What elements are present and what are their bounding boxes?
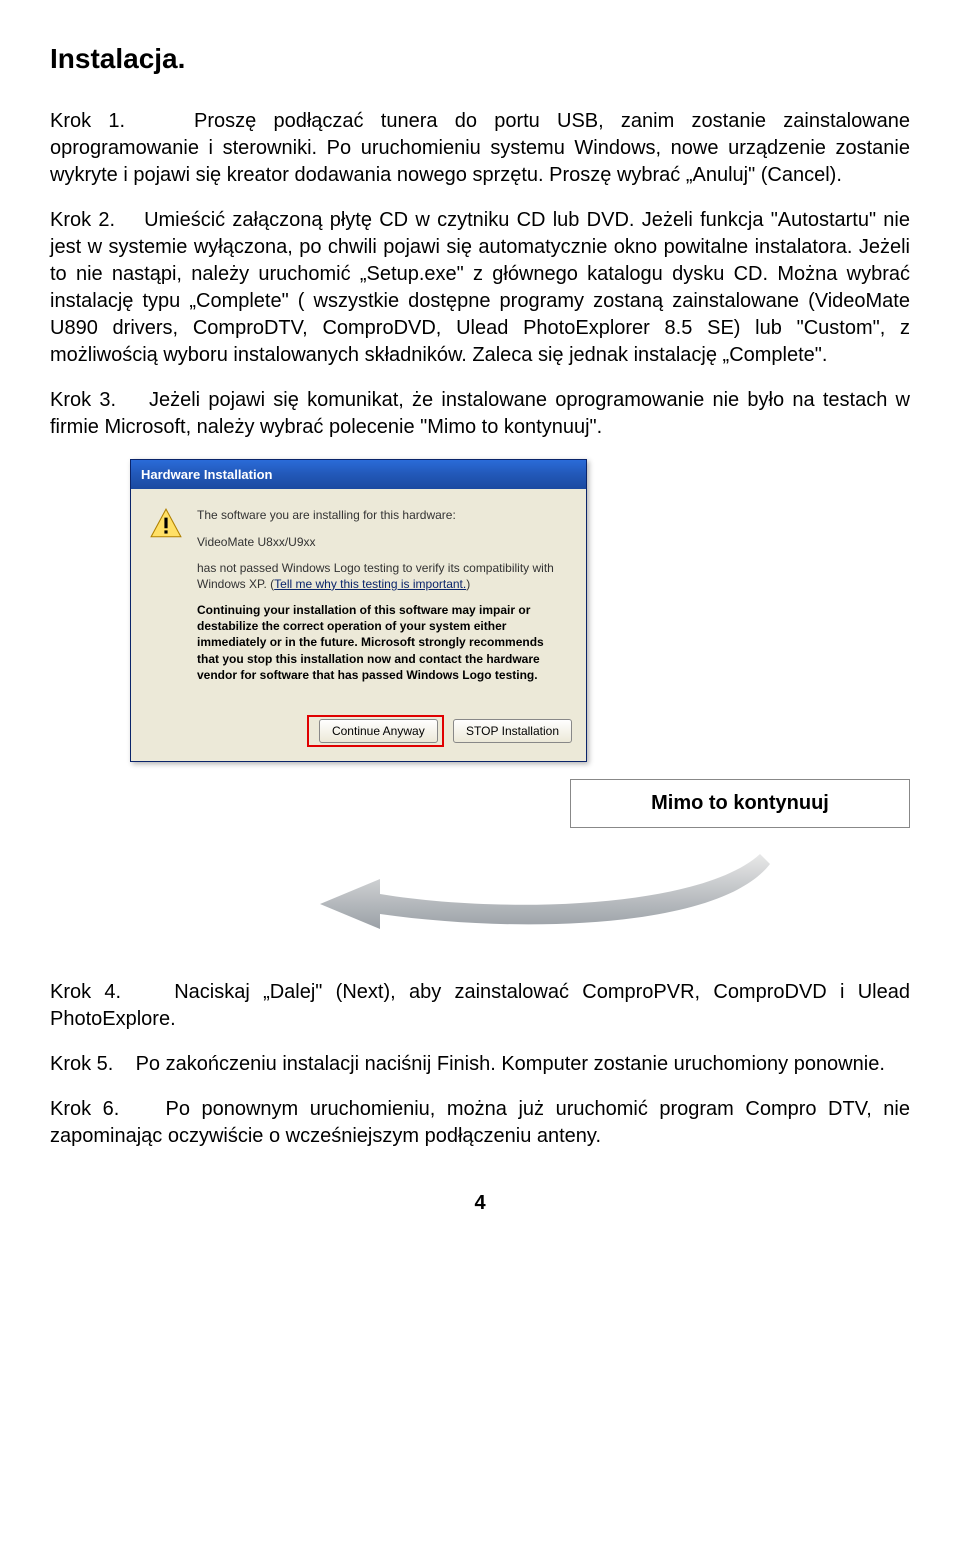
step-6-text: Krok 6. Po ponownym uruchomieniu, można …	[50, 1096, 910, 1150]
callout-label: Mimo to kontynuuj	[570, 779, 910, 828]
step-5-text: Krok 5. Po zakończeniu instalacji naciśn…	[50, 1051, 910, 1078]
page-number: 4	[50, 1190, 910, 1217]
step-3-text: Krok 3. Jeżeli pojawi się komunikat, że …	[50, 387, 910, 441]
dialog-titlebar: Hardware Installation	[131, 460, 586, 490]
page-title: Instalacja.	[50, 40, 910, 78]
step-4-text: Krok 4. Naciskaj „Dalej" (Next), aby zai…	[50, 979, 910, 1033]
stop-installation-button[interactable]: STOP Installation	[453, 719, 572, 743]
hardware-installation-dialog: Hardware Installation The software you a…	[130, 459, 587, 762]
dialog-screenshot-area: Hardware Installation The software you a…	[50, 459, 910, 979]
dialog-line-1: The software you are installing for this…	[197, 507, 568, 523]
warning-icon	[149, 507, 183, 541]
continue-button-highlight: Continue Anyway	[307, 715, 444, 747]
continue-anyway-button[interactable]: Continue Anyway	[319, 719, 438, 743]
arrow-icon	[320, 854, 770, 934]
dialog-line-2: has not passed Windows Logo testing to v…	[197, 560, 568, 592]
step-1-text: Krok 1. Proszę podłączać tunera do portu…	[50, 108, 910, 189]
dialog-warning-bold: Continuing your installation of this sof…	[197, 602, 568, 683]
dialog-device-name: VideoMate U8xx/U9xx	[197, 534, 568, 550]
dialog-line-2b: )	[466, 577, 470, 591]
dialog-button-row: Continue Anyway STOP Installation	[131, 707, 586, 761]
step-2-text: Krok 2. Umieścić załączoną płytę CD w cz…	[50, 207, 910, 369]
dialog-link[interactable]: Tell me why this testing is important.	[274, 577, 466, 591]
